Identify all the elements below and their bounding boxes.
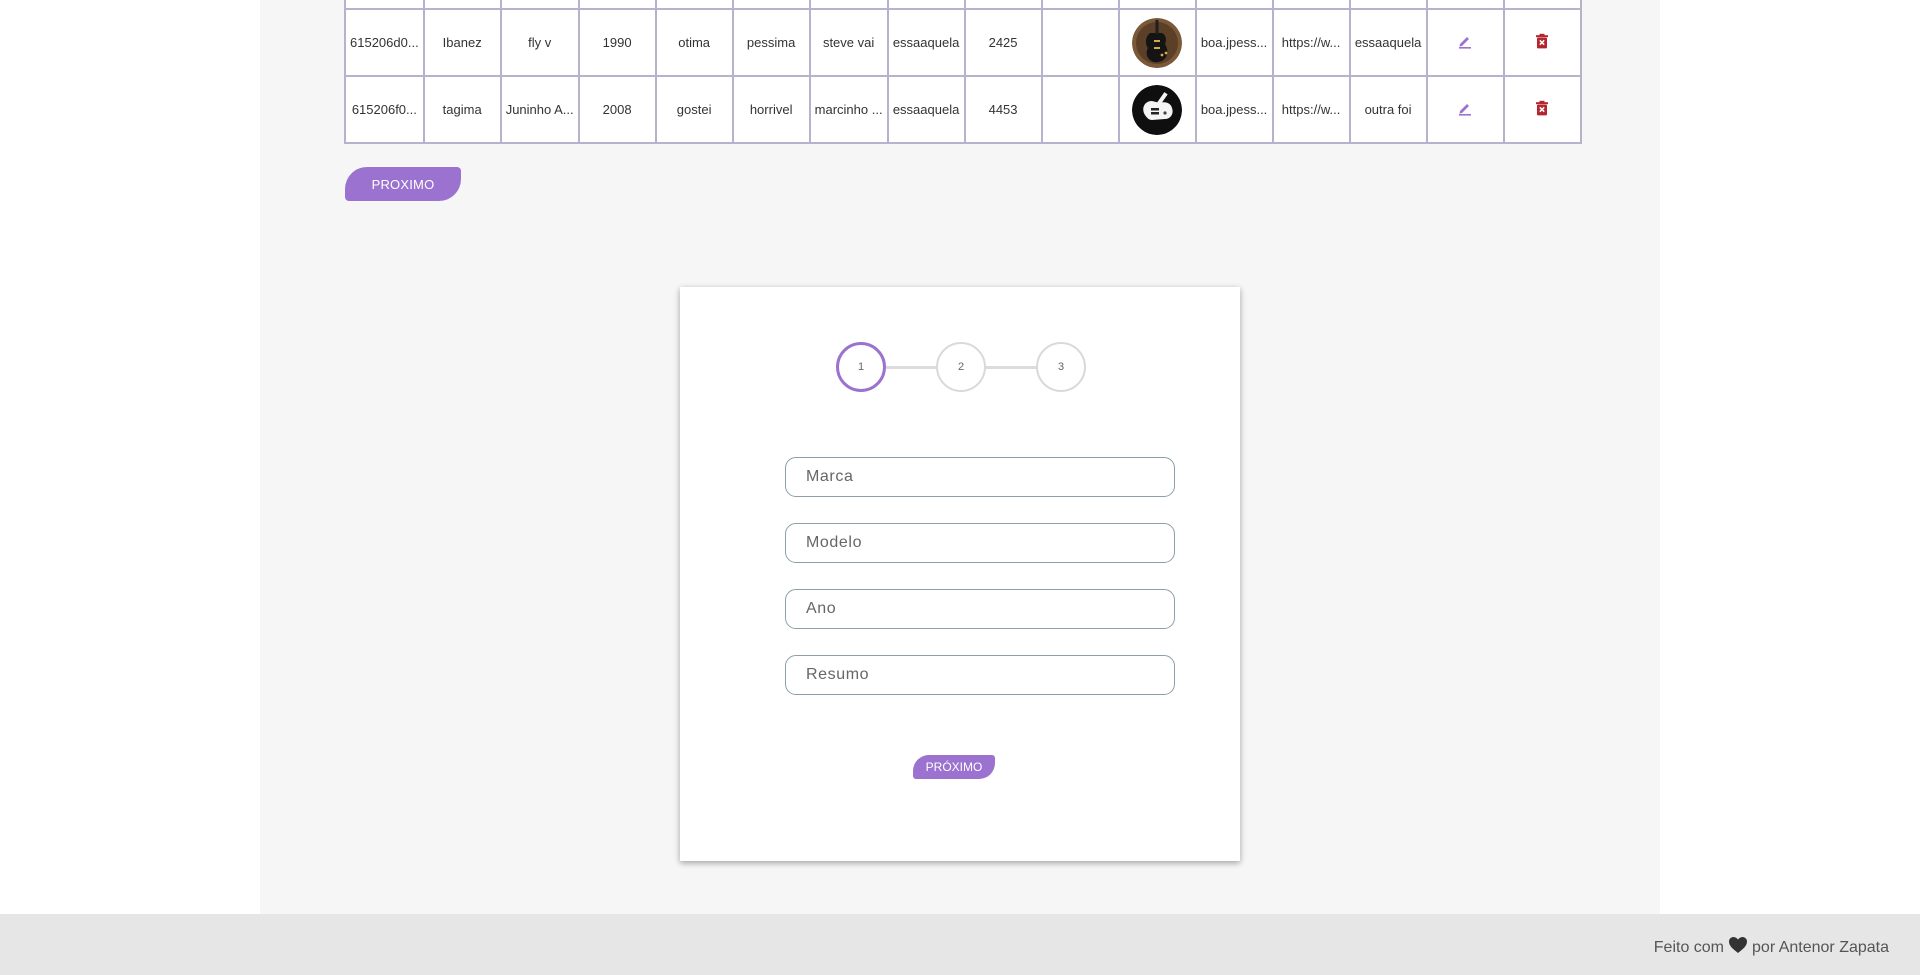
step-2[interactable]: 2 (936, 342, 986, 392)
cell-link: https://w... (1271, 8, 1351, 77)
cell-col9: 2425 (963, 8, 1043, 77)
cell-col9: 4453 (963, 75, 1043, 144)
footer-prefix: Feito com (1653, 938, 1725, 956)
cell-delete (1502, 8, 1582, 77)
cell-col6: pessima (731, 8, 811, 77)
cell-id: 615206f0... (344, 75, 425, 144)
footer-suffix: por Antenor Zapata (1752, 938, 1889, 956)
cell-col7: marcinho ... (808, 75, 889, 144)
next-page-button[interactable]: PROXIMO (345, 167, 461, 201)
cell-marca: tagima (422, 75, 502, 144)
pencil-icon[interactable] (1457, 100, 1473, 116)
heart-icon (1728, 936, 1748, 959)
cell-image (1117, 75, 1197, 144)
step-1[interactable]: 1 (836, 342, 886, 392)
guitar-thumbnail (1132, 84, 1183, 135)
cell-modelo: Juninho A... (499, 75, 580, 144)
guitar-thumbnail (1132, 17, 1183, 68)
ano-input[interactable] (785, 589, 1175, 629)
modelo-input[interactable] (785, 523, 1175, 563)
cell-col14: outra foi (1348, 75, 1428, 144)
cell-col8: essaaquela (886, 8, 966, 77)
guitar-table: 615206d0... Ibanez fly v 1990 otima pess… (344, 0, 1582, 144)
resumo-input[interactable] (785, 655, 1175, 695)
cell-ano: 1990 (577, 8, 657, 77)
table-row: 615206d0... Ibanez fly v 1990 otima pess… (344, 8, 1582, 77)
stepper: 1 2 3 (836, 342, 1086, 392)
pencil-icon[interactable] (1457, 33, 1473, 49)
cell-modelo: fly v (499, 8, 580, 77)
table-row-cut (344, 0, 1582, 10)
cell-col8: essaaquela (886, 75, 966, 144)
footer-credit: Feito com por Antenor Zapata (1654, 936, 1889, 959)
table-row: 615206f0... tagima Juninho A... 2008 gos… (344, 75, 1582, 144)
cell-link: https://w... (1271, 75, 1351, 144)
cell-marca: Ibanez (422, 8, 502, 77)
cell-col7: steve vai (808, 8, 889, 77)
cell-col5: gostei (654, 75, 734, 144)
cell-col5: otima (654, 8, 734, 77)
cell-id: 615206d0... (344, 8, 425, 77)
cell-col6: horrivel (731, 75, 811, 144)
footer: Feito com por Antenor Zapata (0, 914, 1920, 975)
cell-edit (1425, 8, 1505, 77)
cell-col10 (1040, 75, 1120, 144)
trash-icon[interactable] (1534, 100, 1550, 116)
cell-col14: essaaquela (1348, 8, 1428, 77)
cell-col10 (1040, 8, 1120, 77)
step-connector (984, 366, 1038, 369)
cell-image-file: boa.jpess... (1194, 8, 1274, 77)
trash-icon[interactable] (1534, 33, 1550, 49)
step-connector (884, 366, 938, 369)
cell-image (1117, 8, 1197, 77)
cell-image-file: boa.jpess... (1194, 75, 1274, 144)
form-next-button[interactable]: PRÓXIMO (913, 755, 995, 779)
cell-edit (1425, 75, 1505, 144)
cell-ano: 2008 (577, 75, 657, 144)
cell-delete (1502, 75, 1582, 144)
form-card: 1 2 3 PRÓXIMO (680, 287, 1240, 861)
marca-input[interactable] (785, 457, 1175, 497)
step-3[interactable]: 3 (1036, 342, 1086, 392)
